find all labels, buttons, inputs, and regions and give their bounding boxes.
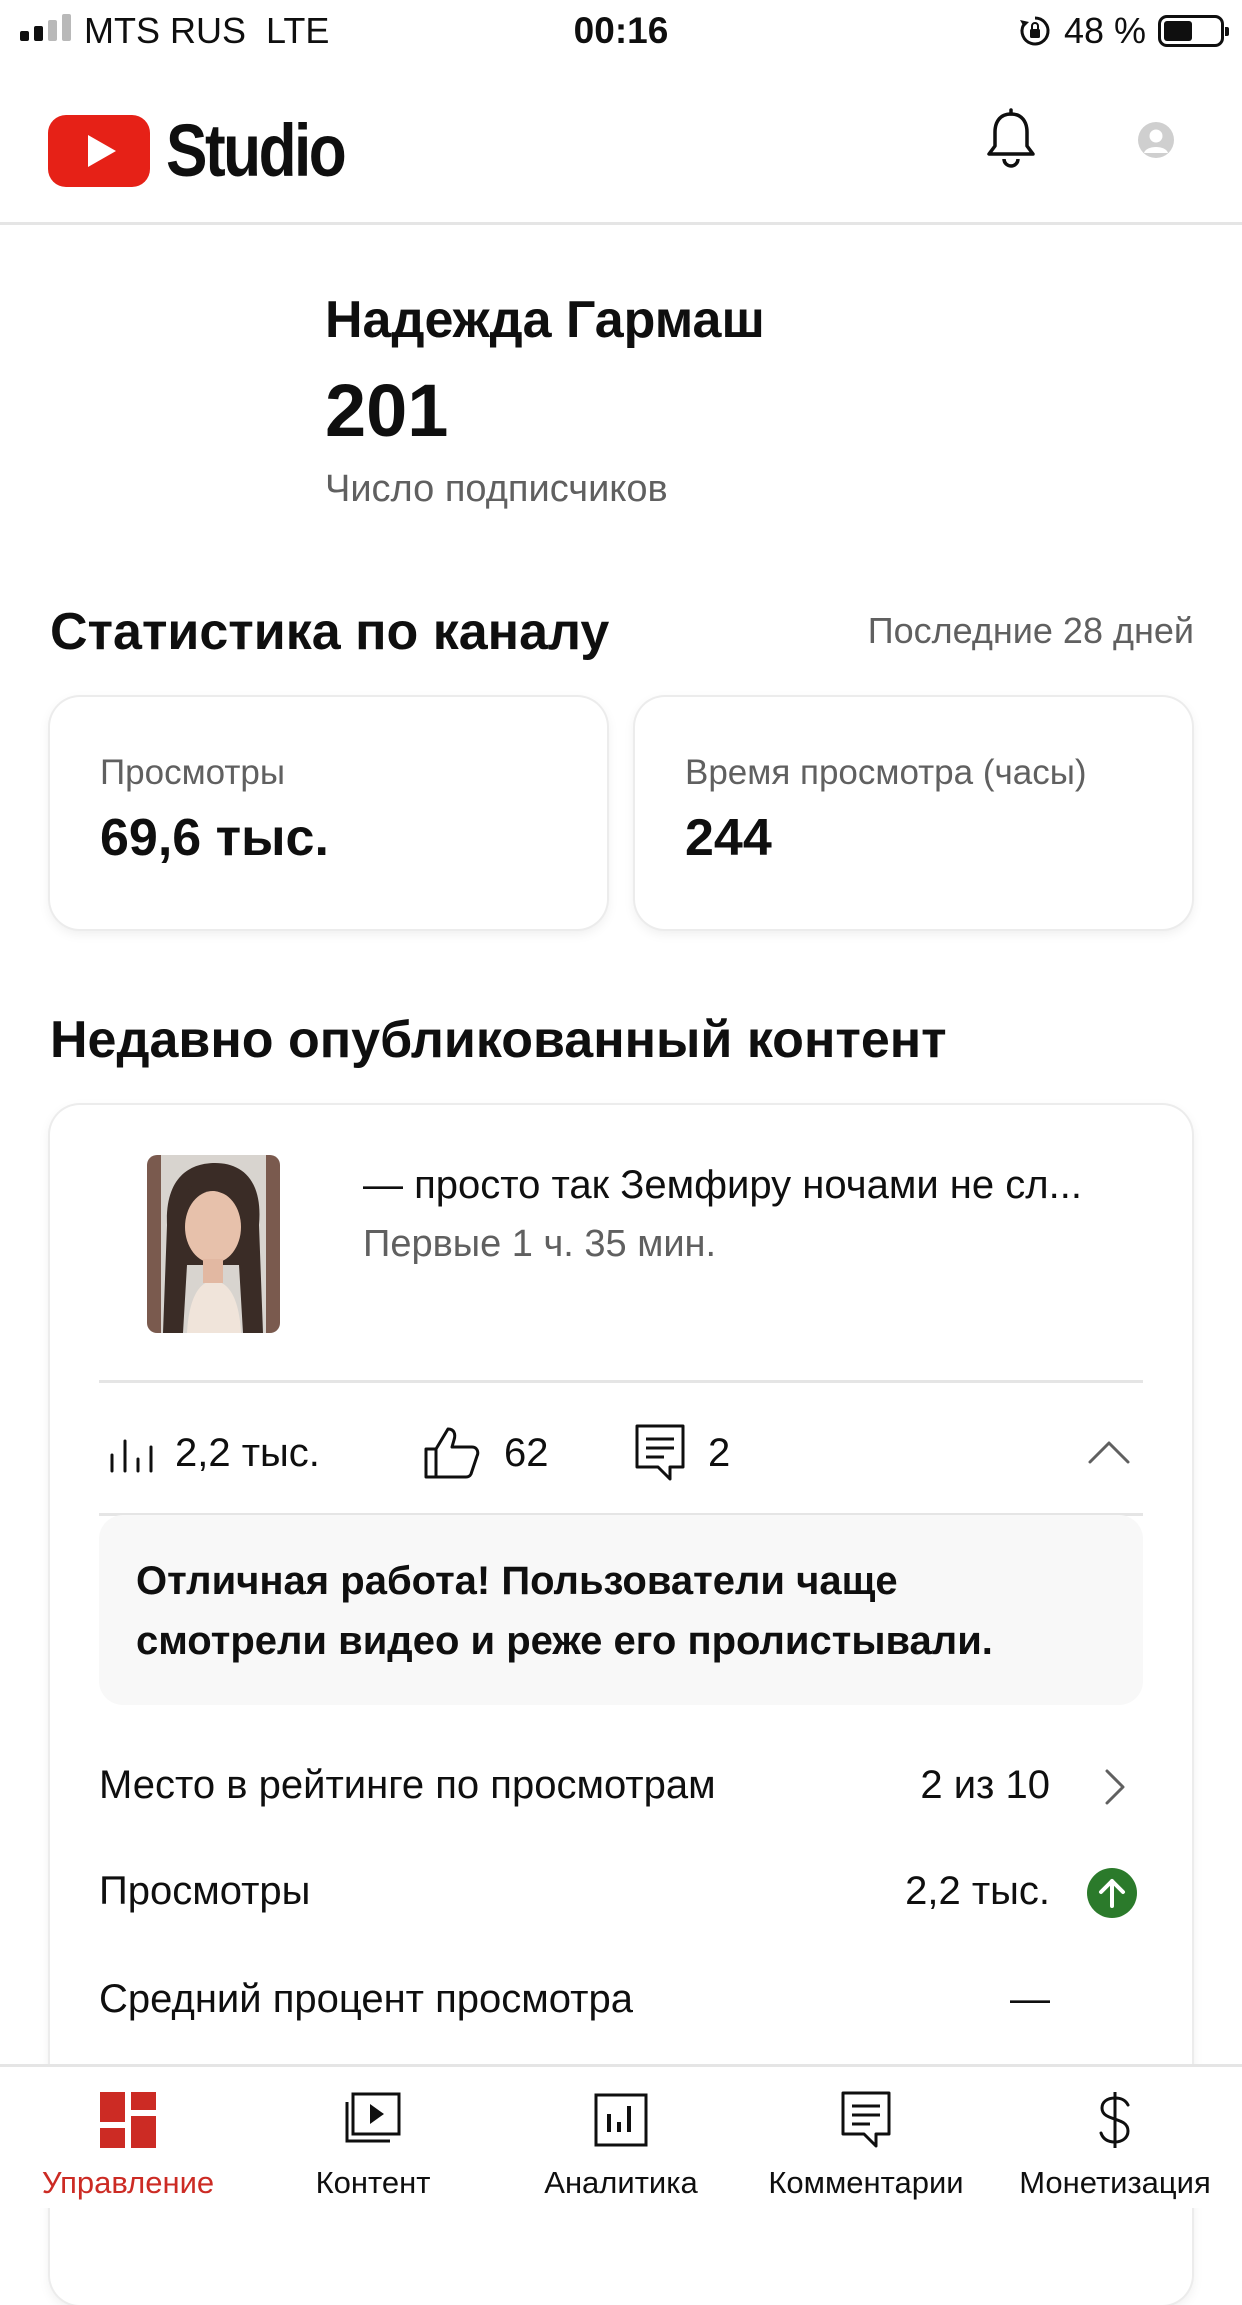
stat-card-label: Просмотры	[100, 753, 285, 792]
rank-row-label[interactable]: Место в рейтинге по просмотрам	[99, 1763, 716, 1808]
stat-card-label: Время просмотра (часы)	[685, 753, 1087, 792]
thumb-up-icon	[424, 1427, 480, 1479]
dollar-icon	[1095, 2087, 1135, 2153]
views-value: 2,2 тыс.	[175, 1430, 320, 1475]
dashboard-icon	[100, 2087, 156, 2153]
status-bar: MTS RUS LTE 00:16 48 %	[0, 0, 1242, 64]
video-subtitle: Первые 1 ч. 35 мин.	[363, 1223, 717, 1265]
avg-percent-row-label: Средний процент просмотра	[99, 1977, 633, 2021]
account-icon	[1144, 129, 1168, 153]
trend-up-icon	[1087, 1868, 1137, 1923]
channel-name: Надежда Гармаш	[325, 291, 765, 349]
studio-logo[interactable]: Studio	[48, 108, 378, 193]
nav-monetization[interactable]: Монетизация	[990, 2067, 1240, 2211]
views-icon	[110, 1439, 153, 1473]
collapse-chevron-up-icon[interactable]	[1087, 1437, 1131, 1472]
subscriber-label: Число подписчиков	[325, 468, 668, 510]
comments-value: 2	[708, 1430, 731, 1475]
app-header: Studio	[0, 64, 1242, 225]
video-thumbnail[interactable]	[147, 1155, 280, 1333]
likes-value: 62	[504, 1430, 549, 1475]
orientation-lock-icon	[1019, 16, 1050, 46]
likes-metric: 62	[422, 1397, 549, 1509]
nav-label: Аналитика	[544, 2165, 698, 2200]
views-row-label: Просмотры	[99, 1869, 311, 1913]
notice-text: Отличная работа! Пользователи чаще смотр…	[136, 1559, 993, 1663]
analytics-icon	[593, 2087, 649, 2153]
stats-title: Статистика по каналу	[50, 603, 610, 661]
nav-label: Комментарии	[768, 2165, 964, 2200]
nav-analytics[interactable]: Аналитика	[498, 2067, 744, 2211]
views-row-value: 2,2 тыс.	[905, 1869, 1050, 1913]
account-avatar[interactable]	[1138, 122, 1174, 158]
divider	[99, 1380, 1143, 1383]
stat-card-value: 244	[685, 809, 772, 867]
performance-notice: Отличная работа! Пользователи чаще смотр…	[99, 1515, 1143, 1705]
subscriber-count: 201	[325, 369, 449, 452]
nav-content[interactable]: Контент	[250, 2067, 496, 2211]
app-name: Studio	[166, 109, 347, 192]
comment-icon	[635, 1424, 685, 1481]
video-title[interactable]: — просто так Земфиру ночами не сл...	[363, 1163, 1143, 1208]
nav-dashboard[interactable]: Управление	[0, 2067, 256, 2211]
avg-percent-row-value: —	[1010, 1977, 1050, 2021]
battery-percent: 48 %	[1063, 10, 1146, 51]
rank-row-value: 2 из 10	[920, 1763, 1050, 1807]
notifications-bell-icon[interactable]	[984, 108, 1038, 175]
stat-card-value: 69,6 тыс.	[100, 809, 329, 867]
recent-title: Недавно опубликованный контент	[50, 1011, 947, 1069]
comments-metric: 2	[634, 1397, 730, 1509]
status-right: 48 %	[1018, 10, 1229, 52]
stat-card-watch-time[interactable]: Время просмотра (часы) 244	[635, 697, 1192, 929]
nav-comments[interactable]: Комментарии	[742, 2067, 990, 2211]
stat-card-views[interactable]: Просмотры 69,6 тыс.	[50, 697, 607, 929]
youtube-play-icon	[48, 114, 150, 187]
bottom-navigation: Управление Контент Аналитика Комментарии…	[0, 2064, 1242, 2208]
stats-period[interactable]: Последние 28 дней	[868, 610, 1194, 652]
battery-icon	[1158, 15, 1229, 47]
views-metric: 2,2 тыс.	[109, 1397, 320, 1509]
comments-nav-icon	[840, 2087, 892, 2153]
chevron-right-icon[interactable]	[1103, 1767, 1127, 1812]
nav-label: Монетизация	[1019, 2165, 1211, 2200]
nav-label: Контент	[315, 2165, 431, 2200]
content-icon	[344, 2087, 402, 2153]
nav-label: Управление	[41, 2165, 215, 2200]
